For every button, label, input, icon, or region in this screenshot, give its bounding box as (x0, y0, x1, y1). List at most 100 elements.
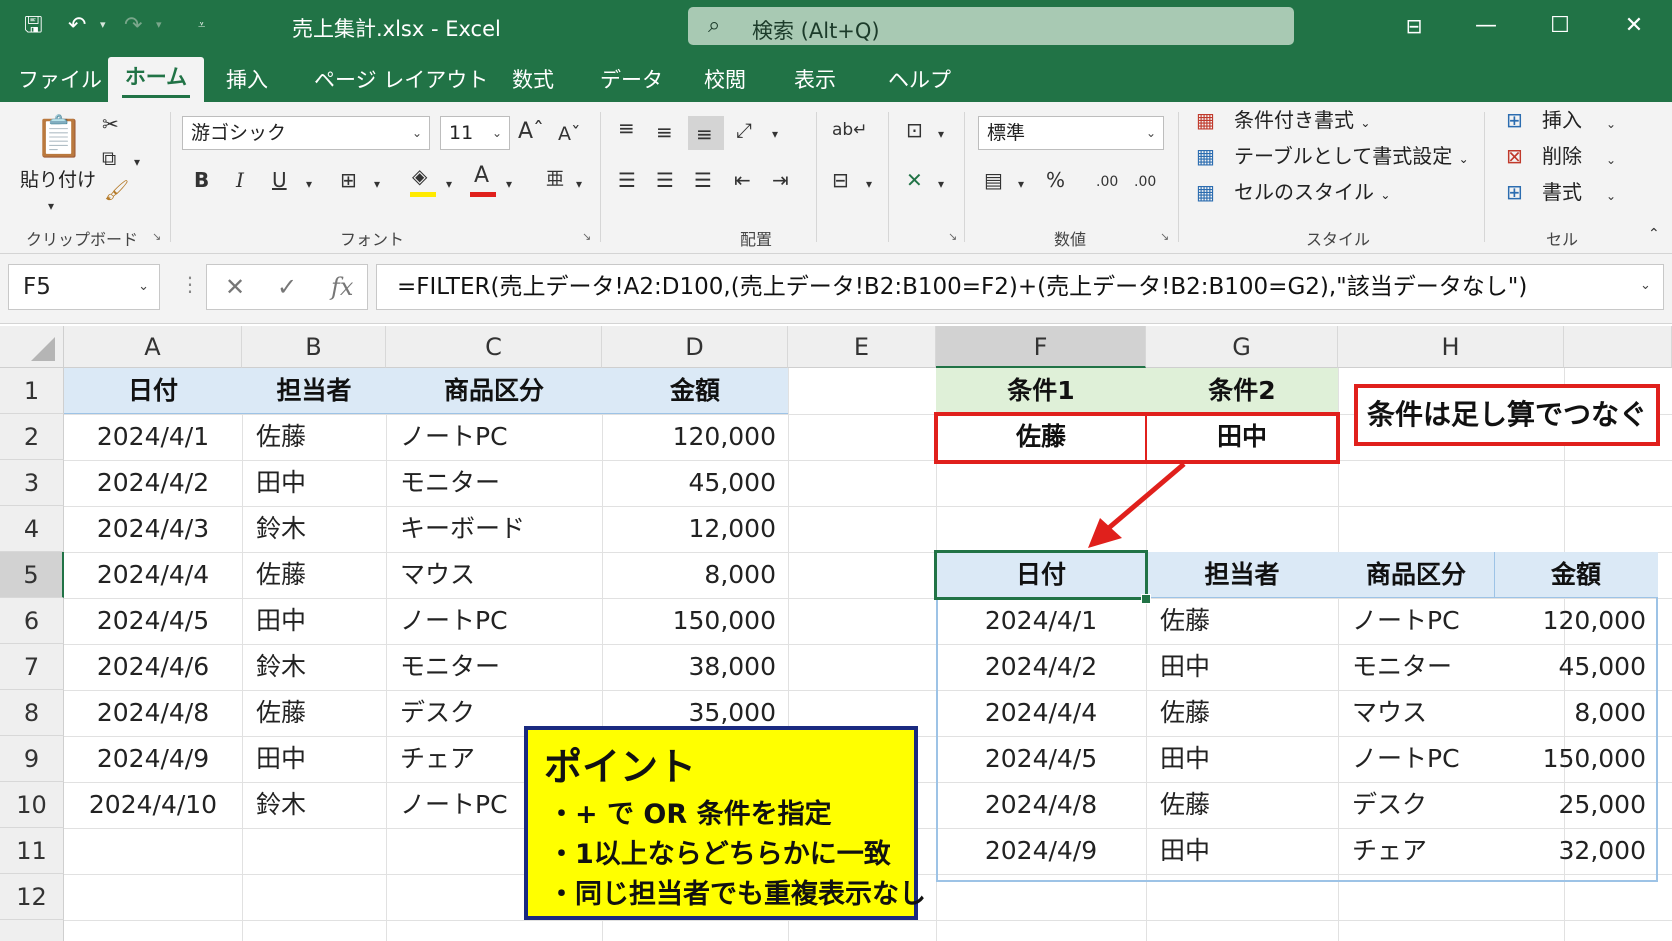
insert-dropdown-icon[interactable]: ⌄ (1606, 112, 1616, 136)
redo-icon[interactable]: ↷ (124, 12, 142, 40)
result-cell-amount[interactable]: 32,000 (1494, 828, 1658, 874)
tab-home[interactable]: ホーム (108, 57, 204, 102)
decrease-font-icon[interactable]: Aˇ (558, 122, 581, 146)
row-header-8[interactable]: 8 (0, 690, 64, 736)
minimize-icon[interactable]: — (1466, 10, 1506, 42)
source-cell-category[interactable]: ノートPC (386, 414, 602, 460)
source-cell-date[interactable]: 2024/4/5 (64, 598, 242, 644)
source-header-date[interactable]: 日付 (64, 368, 242, 414)
source-header-category[interactable]: 商品区分 (386, 368, 602, 414)
customize-qat-icon[interactable]: ⩡ (198, 18, 205, 33)
cut-icon[interactable]: ✂ (102, 112, 119, 136)
merge-dropdown-icon[interactable]: ▾ (866, 172, 872, 196)
result-cell-person[interactable]: 佐藤 (1146, 598, 1338, 644)
format-cells-icon[interactable]: ⊞ (1506, 180, 1523, 204)
search-box[interactable]: ⌕ 検索 (Alt+Q) (688, 7, 1294, 45)
cell-styles-icon[interactable]: ▦ (1196, 180, 1215, 204)
increase-indent-icon[interactable]: ⇥ (772, 168, 789, 192)
result-cell-person[interactable]: 佐藤 (1146, 690, 1338, 736)
delete-cells-icon[interactable]: ⊠ (1506, 144, 1523, 168)
border-icon[interactable]: ⊞ (340, 168, 357, 192)
source-cell-amount[interactable]: 12,000 (602, 506, 788, 552)
result-cell-category[interactable]: ノートPC (1338, 736, 1494, 782)
align-left-icon[interactable]: ☰ (618, 168, 636, 192)
result-cell-category[interactable]: ノートPC (1338, 598, 1494, 644)
criteria-value-2[interactable]: 田中 (1146, 414, 1338, 460)
column-header-b[interactable]: B (242, 326, 386, 368)
source-cell-date[interactable]: 2024/4/6 (64, 644, 242, 690)
percent-icon[interactable]: % (1046, 168, 1065, 192)
column-header-e[interactable]: E (788, 326, 936, 368)
copy-dropdown-icon[interactable]: ▾ (134, 150, 140, 174)
source-cell-amount[interactable]: 150,000 (602, 598, 788, 644)
conditional-format-button[interactable]: 条件付き書式 ⌄ (1234, 108, 1370, 135)
result-header-person[interactable]: 担当者 (1146, 552, 1338, 598)
name-box[interactable]: F5 ⌄ (8, 264, 160, 310)
redo-dropdown-icon[interactable]: ▾ (156, 18, 162, 31)
column-header-i[interactable] (1564, 326, 1672, 368)
decrease-indent-icon[interactable]: ⇤ (734, 168, 751, 192)
result-cell-amount[interactable]: 45,000 (1494, 644, 1658, 690)
result-cell-category[interactable]: チェア (1338, 828, 1494, 874)
row-header-4[interactable]: 4 (0, 506, 64, 552)
formula-input[interactable]: =FILTER(売上データ!A2:D100,(売上データ!B2:B100=F2)… (376, 264, 1664, 310)
enter-icon[interactable]: ✓ (277, 273, 297, 301)
insert-cells-button[interactable]: 挿入 (1542, 108, 1582, 132)
bold-icon[interactable]: B (194, 168, 209, 192)
accounting-icon[interactable]: ▤ (984, 168, 1003, 192)
source-cell-person[interactable]: 田中 (242, 736, 386, 782)
delete-dropdown-icon[interactable]: ⌄ (1606, 148, 1616, 172)
result-cell-date[interactable]: 2024/4/1 (936, 598, 1146, 644)
align-right-icon[interactable]: ☰ (694, 168, 712, 192)
result-cell-date[interactable]: 2024/4/2 (936, 644, 1146, 690)
merge-center-icon[interactable]: ⊟ (832, 168, 849, 192)
screenshot-icon[interactable]: ⊡ (906, 118, 923, 142)
wrap-text-icon[interactable]: ab↵ (832, 118, 867, 142)
align-bottom-icon[interactable]: ≡ (696, 122, 713, 146)
source-cell-person[interactable]: 鈴木 (242, 782, 386, 828)
tab-help[interactable]: ヘルプ (888, 64, 951, 94)
source-cell-date[interactable]: 2024/4/4 (64, 552, 242, 598)
alignment-launcher-icon[interactable]: ↘ (948, 230, 957, 243)
font-name-combo[interactable]: 游ゴシック ⌄ (182, 116, 430, 150)
result-cell-category[interactable]: デスク (1338, 782, 1494, 828)
clear-icon[interactable]: ✕ (906, 168, 923, 192)
result-cell-date[interactable]: 2024/4/8 (936, 782, 1146, 828)
result-cell-person[interactable]: 田中 (1146, 736, 1338, 782)
result-cell-amount[interactable]: 8,000 (1494, 690, 1658, 736)
format-painter-icon[interactable]: 🖌 (104, 178, 129, 202)
number-launcher-icon[interactable]: ↘ (1160, 230, 1169, 243)
result-cell-person[interactable]: 佐藤 (1146, 782, 1338, 828)
expand-formula-icon[interactable]: ⌄ (1640, 278, 1651, 293)
source-cell-date[interactable]: 2024/4/2 (64, 460, 242, 506)
source-cell-date[interactable]: 2024/4/1 (64, 414, 242, 460)
source-cell-person[interactable]: 田中 (242, 460, 386, 506)
close-icon[interactable]: ✕ (1614, 10, 1654, 42)
tab-file[interactable]: ファイル (18, 64, 102, 94)
formula-bar-grip-icon[interactable]: ⋮ (180, 272, 200, 296)
font-color-icon[interactable]: A (474, 164, 489, 188)
source-cell-date[interactable]: 2024/4/10 (64, 782, 242, 828)
worksheet-grid[interactable]: A B C D E F G H 1 2 3 4 5 6 7 8 9 10 11 … (0, 326, 1672, 941)
undo-icon[interactable]: ↶ (68, 12, 86, 40)
result-cell-category[interactable]: マウス (1338, 690, 1494, 736)
fill-color-icon[interactable]: ◈ (412, 164, 427, 188)
underline-icon[interactable]: U (272, 168, 287, 192)
decrease-decimal-icon[interactable]: .00 (1134, 170, 1156, 194)
paste-dropdown-icon[interactable]: ▾ (48, 194, 54, 218)
fill-handle[interactable] (1141, 594, 1151, 604)
align-center-icon[interactable]: ☰ (656, 168, 674, 192)
result-cell-date[interactable]: 2024/4/4 (936, 690, 1146, 736)
source-cell-amount[interactable]: 38,000 (602, 644, 788, 690)
border-dropdown-icon[interactable]: ▾ (374, 172, 380, 196)
format-as-table-icon[interactable]: ▦ (1196, 144, 1215, 168)
copy-icon[interactable]: ⧉ (102, 146, 116, 170)
cell-styles-button[interactable]: セルのスタイル ⌄ (1234, 180, 1390, 207)
column-header-h[interactable]: H (1338, 326, 1564, 368)
italic-icon[interactable]: I (236, 168, 244, 192)
align-middle-icon[interactable]: ≡ (656, 120, 673, 144)
accounting-dropdown-icon[interactable]: ▾ (1018, 172, 1024, 196)
source-cell-category[interactable]: マウス (386, 552, 602, 598)
source-cell-person[interactable]: 鈴木 (242, 644, 386, 690)
font-color-dropdown-icon[interactable]: ▾ (506, 172, 512, 196)
